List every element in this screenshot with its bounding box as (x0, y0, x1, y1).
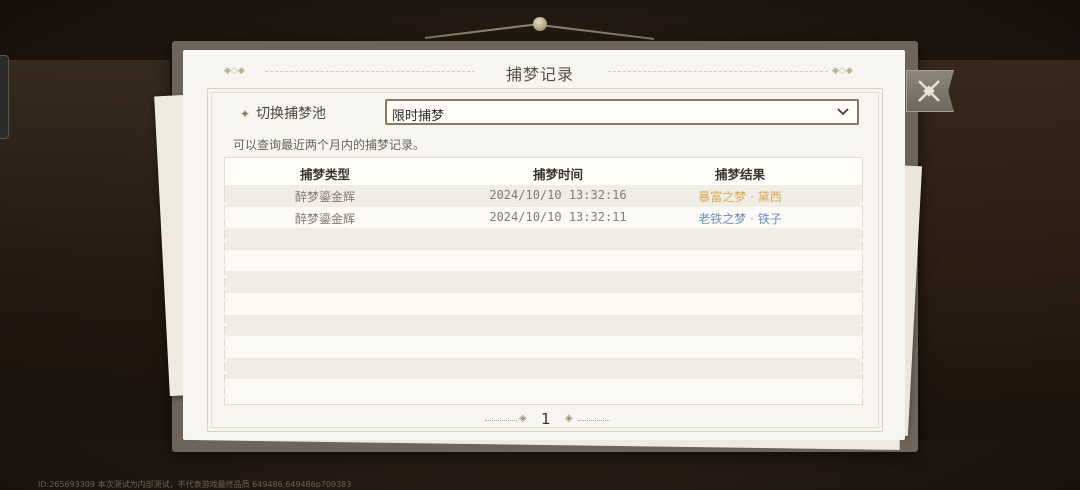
table-row-empty (225, 314, 862, 337)
hanging-string-left (424, 22, 540, 39)
column-header-result: 捕梦结果 (714, 167, 765, 182)
table-edge-scallop (221, 185, 227, 400)
hanging-string-right (539, 24, 655, 40)
row-result: 老铁之梦 · 铁子 (698, 211, 782, 226)
background-right (910, 60, 1080, 440)
pager-dots (485, 420, 517, 421)
table-row-empty (225, 379, 862, 401)
table-row-empty (225, 357, 862, 380)
title-divider (608, 71, 828, 73)
row-result: 暴富之梦 · 黛西 (698, 190, 782, 204)
table-row: 醉梦鎏金辉 2024/10/10 13:32:16 暴富之梦 · 黛西 (225, 185, 862, 207)
next-page-icon[interactable]: ◈ (565, 413, 573, 424)
pool-dropdown[interactable]: 限时捕梦 (385, 99, 859, 125)
records-table: 捕梦类型 捕梦时间 捕梦结果 醉梦鎏金辉 2024/10/10 13:32:16… (224, 157, 863, 405)
table-row-empty (225, 336, 862, 358)
current-page-number: 1 (541, 410, 551, 428)
query-hint: 可以查询最近两个月内的捕梦记录。 (233, 138, 426, 152)
table-row-empty (225, 293, 862, 315)
row-type: 醉梦鎏金辉 (294, 190, 355, 204)
diamond-ornament-icon: ◆◇◆ (832, 66, 853, 76)
hanging-pin (533, 17, 547, 31)
build-info-footer: ID:265693309 本次测试为内部测试，不代表游戏最终品质 649486,… (38, 480, 352, 489)
close-button[interactable] (906, 70, 954, 112)
row-type: 醉梦鎏金辉 (294, 211, 355, 226)
pool-dropdown-value: 限时捕梦 (392, 109, 445, 124)
table-row-empty (225, 249, 862, 272)
prev-page-icon[interactable]: ◈ (519, 413, 527, 424)
column-header-type: 捕梦类型 (299, 167, 350, 182)
pager-dots (578, 420, 610, 421)
table-edge-scallop (860, 185, 866, 400)
chevron-down-icon (837, 108, 849, 116)
table-header: 捕梦类型 捕梦时间 捕梦结果 (225, 158, 862, 185)
table-row-empty (225, 271, 862, 293)
background-left (0, 60, 170, 440)
close-x-icon (918, 80, 940, 102)
pagination: ◈ 1 ◈ (485, 410, 610, 430)
star-icon: ✦ (240, 107, 251, 121)
table-row: 醉梦鎏金辉 2024/10/10 13:32:11 老铁之梦 · 铁子 (225, 206, 862, 229)
pool-selector-label: ✦ 切换捕梦池 (240, 106, 327, 122)
table-row-empty (225, 228, 862, 250)
